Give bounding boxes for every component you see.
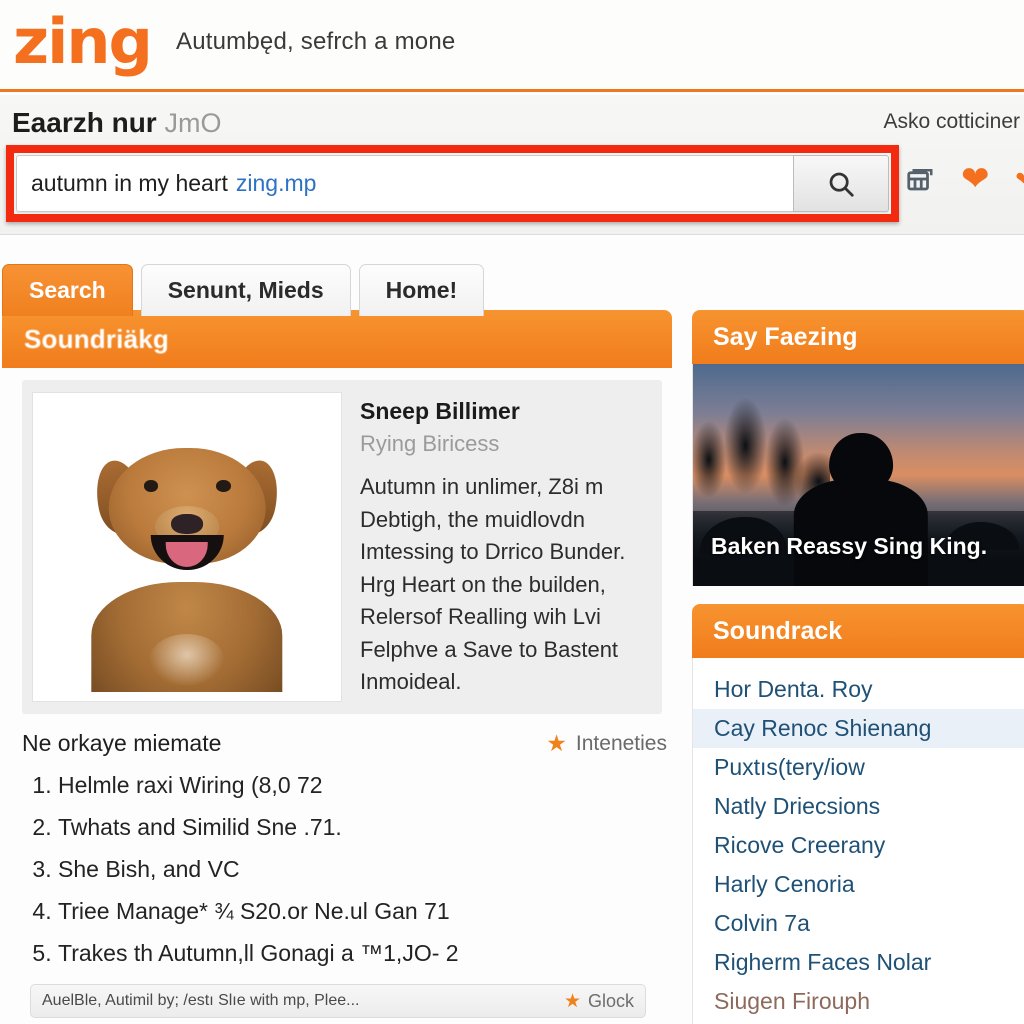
soundtrack-panel-heading: Soundrack xyxy=(692,604,1024,658)
page-title: Eaarzh nur JmO xyxy=(12,107,221,139)
heart-icon[interactable]: ❤ xyxy=(961,162,990,196)
rating-label: Inteneties xyxy=(575,731,667,755)
dog-eye-right xyxy=(216,480,231,492)
brand-bar: zing Autumbęd, sefrch a mone xyxy=(0,0,1024,92)
tab-bar: Search Senunt, Mieds Home! xyxy=(0,258,485,316)
dog-tongue xyxy=(165,541,209,567)
header-icon-group: ❤ ❤ xyxy=(905,162,1024,196)
list-item[interactable]: Trakes th Autumn,ll Gonagi a ™1,JO- 2 xyxy=(58,940,667,967)
footer-rating: ★ Glock xyxy=(564,990,634,1013)
soundtrack-item[interactable]: Siugen Firouph xyxy=(693,982,1024,1021)
result-list: Helmle raxi Wiring (8,0 72 Twhats and Si… xyxy=(22,772,667,967)
dog-nose xyxy=(171,513,203,534)
media-panel: Say Faezing Baken Reassy Sing King. xyxy=(692,310,1024,586)
main-panel-heading: Soundriäkg xyxy=(2,310,672,368)
result-list-heading: Ne orkaye miemate xyxy=(22,730,222,756)
rating-badge: ★ Inteneties xyxy=(546,732,667,756)
soundtrack-item[interactable]: Harly Cenoria xyxy=(693,865,1024,904)
list-item[interactable]: Helmle raxi Wiring (8,0 72 xyxy=(58,772,667,799)
main-panel-heading-text: Soundriäkg xyxy=(24,323,170,354)
search-query-domain: zing.mp xyxy=(235,170,317,196)
tab-senunt-mieds[interactable]: Senunt, Mieds xyxy=(140,264,351,316)
search-button[interactable] xyxy=(793,155,889,212)
star-icon: ★ xyxy=(563,990,581,1012)
sunset-silhouette-image[interactable]: Baken Reassy Sing King. xyxy=(692,364,1024,586)
footer-rating-label: Glock xyxy=(587,990,634,1011)
dog-mouth xyxy=(150,535,224,571)
soundtrack-item-selected[interactable]: Cay Renoc Shienang xyxy=(693,709,1024,748)
list-item[interactable]: She Bish, and VC xyxy=(58,856,667,883)
soundtrack-item[interactable]: Puxtıs(tery/iow xyxy=(693,748,1024,787)
result-list-block: Ne orkaye miemate ★ Inteneties Helmle ra… xyxy=(22,730,667,967)
dog-chest-marking xyxy=(149,634,225,687)
tab-search[interactable]: Search xyxy=(2,264,133,316)
soundtrack-item[interactable]: Ricove Creerany xyxy=(693,826,1024,865)
zing-logo[interactable]: zing xyxy=(13,2,153,82)
dog-eye-left xyxy=(143,480,158,492)
star-icon: ★ xyxy=(546,730,567,756)
soundtrack-item[interactable]: Colvin 7a xyxy=(693,904,1024,943)
result-body: Autumn in unlimer, Z8i m Debtigh, the mu… xyxy=(360,474,626,694)
soundtrack-item[interactable]: Hor Denta. Roy xyxy=(693,670,1024,709)
soundtrack-item[interactable]: Natly Driecsions xyxy=(693,787,1024,826)
soundtrack-item[interactable]: Righerm Faces Nolar xyxy=(693,943,1024,982)
soundtrack-panel: Soundrack Hor Denta. Roy Cay Renoc Shien… xyxy=(692,604,1024,1024)
cards-icon[interactable] xyxy=(905,164,935,194)
result-thumbnail[interactable] xyxy=(32,392,342,702)
result-list-header: Ne orkaye miemate ★ Inteneties xyxy=(22,730,667,757)
main-panel: Soundriäkg Sneep Billimer Rying Biricess… xyxy=(2,310,672,714)
result-subtitle: Rying Biricess xyxy=(360,431,500,456)
media-caption: Baken Reassy Sing King. xyxy=(711,533,988,559)
result-card[interactable]: Sneep Billimer Rying Biricess Autumn in … xyxy=(22,380,662,714)
heart-small-icon[interactable]: ❤ xyxy=(1016,170,1024,189)
media-panel-heading: Say Faezing xyxy=(692,310,1024,364)
list-item[interactable]: Twhats and Similid Sne .71. xyxy=(58,814,667,841)
tab-home[interactable]: Home! xyxy=(358,264,485,316)
dog-portrait-image xyxy=(42,402,332,692)
soundtrack-list: Hor Denta. Roy Cay Renoc Shienang Puxtıs… xyxy=(692,658,1024,1024)
search-icon xyxy=(829,172,854,197)
page-title-main: Eaarzh nur xyxy=(12,107,157,138)
result-card-text: Sneep Billimer Rying Biricess Autumn in … xyxy=(342,392,650,702)
footer-text: AuelBle, Autimil by; /estı Slıe with mp,… xyxy=(42,992,360,1009)
person-head-silhouette xyxy=(829,432,893,491)
search-input[interactable]: autumn in my heart zing.mp xyxy=(16,155,793,212)
search-query-text: autumn in my heart xyxy=(31,170,228,196)
page-root: zing Autumbęd, sefrch a mone Eaarzh nur … xyxy=(0,0,1024,1024)
main-footer-bar[interactable]: AuelBle, Autimil by; /estı Slıe with mp,… xyxy=(30,984,646,1018)
brand-tagline: Autumbęd, sefrch a mone xyxy=(176,28,456,55)
search-bar[interactable]: autumn in my heart zing.mp xyxy=(16,155,889,212)
list-item[interactable]: Triee Manage* ¾ S20.or Ne.ul Gan 71 xyxy=(58,898,667,925)
account-label[interactable]: Asko cotticiner xyxy=(883,110,1020,134)
sidebar: Say Faezing Baken Reassy Sing King. Soun… xyxy=(692,310,1024,1024)
page-title-sub: JmO xyxy=(164,108,222,138)
result-title[interactable]: Sneep Billimer xyxy=(360,398,642,425)
